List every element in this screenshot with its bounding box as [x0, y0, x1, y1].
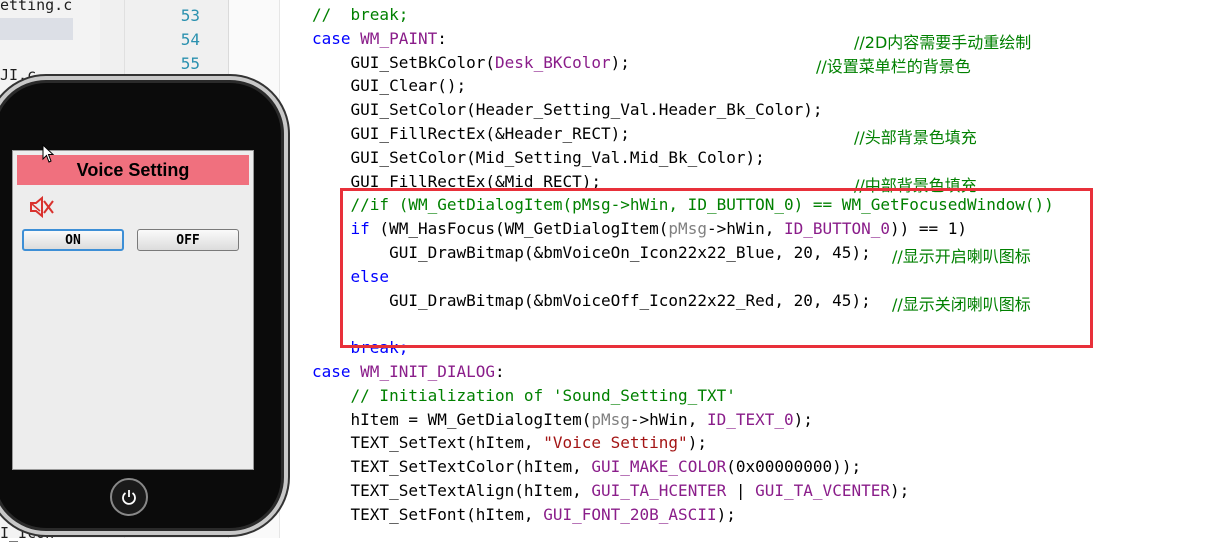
code-token: |: [726, 481, 756, 500]
phone-screen: Voice Setting ON OFF: [12, 150, 254, 470]
code-token: GUI_Clear();: [312, 76, 467, 96]
code-token: hItem = WM_GetDialogItem(: [312, 409, 592, 429]
line-number: 53: [180, 6, 200, 25]
code-line: // break;: [312, 3, 408, 27]
power-icon: [122, 490, 136, 505]
code-token: :: [437, 28, 447, 48]
code-line: GUI_SetColor(Mid_Setting_Val.Mid_Bk_Colo…: [312, 146, 765, 170]
line-number: 55: [180, 54, 200, 73]
code-line: case WM_INIT_DIALOG:: [312, 360, 505, 384]
code-token: ID_TEXT_0: [706, 409, 794, 429]
code-line: GUI_Clear();: [312, 74, 467, 98]
speaker-muted-icon: [30, 195, 54, 219]
code-token: case: [312, 362, 361, 381]
code-token: GUI_FONT_20B_ASCII: [543, 504, 717, 524]
file-tree-selection: [0, 18, 73, 40]
code-line: GUI_SetBkColor(Desk_BKColor);: [312, 51, 630, 75]
code-token: Desk_BKColor: [495, 52, 611, 72]
code-token: TEXT_SetTextAlign(hItem,: [312, 481, 592, 500]
code-token: // Initialization of 'Sound_Setting_TXT': [312, 385, 736, 405]
code-token: TEXT_SetFont(hItem,: [312, 504, 544, 524]
code-token: GUI_TA_VCENTER: [755, 481, 890, 500]
power-button[interactable]: [110, 478, 148, 516]
code-token: ->hWin,: [629, 409, 707, 429]
code-token: case: [312, 28, 361, 48]
code-token: );: [610, 52, 630, 72]
code-token: (0x00000000));: [726, 457, 862, 477]
off-button[interactable]: OFF: [137, 229, 239, 251]
code-token: );: [716, 504, 736, 524]
code-token: );: [687, 433, 707, 453]
code-line: case WM_PAINT:: [312, 27, 447, 51]
code-line: GUI_SetColor(Header_Setting_Val.Header_B…: [312, 98, 823, 122]
highlight-box: [340, 188, 1093, 348]
code-token: // break;: [312, 5, 409, 24]
code-line: // Initialization of 'Sound_Setting_TXT': [312, 384, 736, 408]
file-tree-item[interactable]: etting.c: [0, 0, 72, 14]
mouse-cursor-icon: [42, 144, 55, 163]
code-token: "Voice Setting": [543, 433, 688, 453]
code-comment: //设置菜单栏的背景色: [816, 56, 971, 76]
code-line: hItem = WM_GetDialogItem(pMsg->hWin, ID_…: [312, 408, 813, 432]
code-token: GUI_TA_HCENTER: [591, 481, 727, 500]
code-token: GUI_FillRectEx(&Header_RECT);: [312, 124, 630, 143]
code-token: );: [889, 481, 910, 500]
phone-simulator: Voice Setting ON OFF: [0, 76, 290, 535]
code-line: TEXT_SetFont(hItem, GUI_FONT_20B_ASCII);: [312, 503, 736, 527]
code-token: GUI_SetColor(Mid_Setting_Val.Mid_Bk_Colo…: [312, 147, 765, 167]
code-token: WM_PAINT: [360, 28, 438, 48]
code-token: GUI_SetBkColor(: [312, 52, 496, 72]
code-token: GUI_MAKE_COLOR: [591, 457, 727, 477]
on-button[interactable]: ON: [22, 229, 124, 251]
code-token: GUI_SetColor(Header_Setting_Val.Header_B…: [312, 100, 823, 120]
code-token: TEXT_SetText(hItem,: [312, 433, 544, 453]
code-token: pMsg: [591, 409, 630, 429]
code-comment: //头部背景色填充: [854, 128, 977, 147]
code-line: TEXT_SetTextAlign(hItem, GUI_TA_HCENTER …: [312, 479, 910, 503]
code-token: );: [793, 409, 813, 429]
code-line: TEXT_SetText(hItem, "Voice Setting");: [312, 431, 707, 455]
code-token: TEXT_SetTextColor(hItem,: [312, 457, 592, 477]
code-token: :: [495, 362, 505, 381]
code-line: GUI_FillRectEx(&Header_RECT);: [312, 122, 630, 146]
code-comment: //2D内容需要手动重绘制: [854, 32, 1032, 52]
code-line: TEXT_SetTextColor(hItem, GUI_MAKE_COLOR(…: [312, 455, 862, 479]
code-token: WM_INIT_DIALOG: [360, 362, 496, 381]
line-number: 54: [180, 30, 200, 49]
